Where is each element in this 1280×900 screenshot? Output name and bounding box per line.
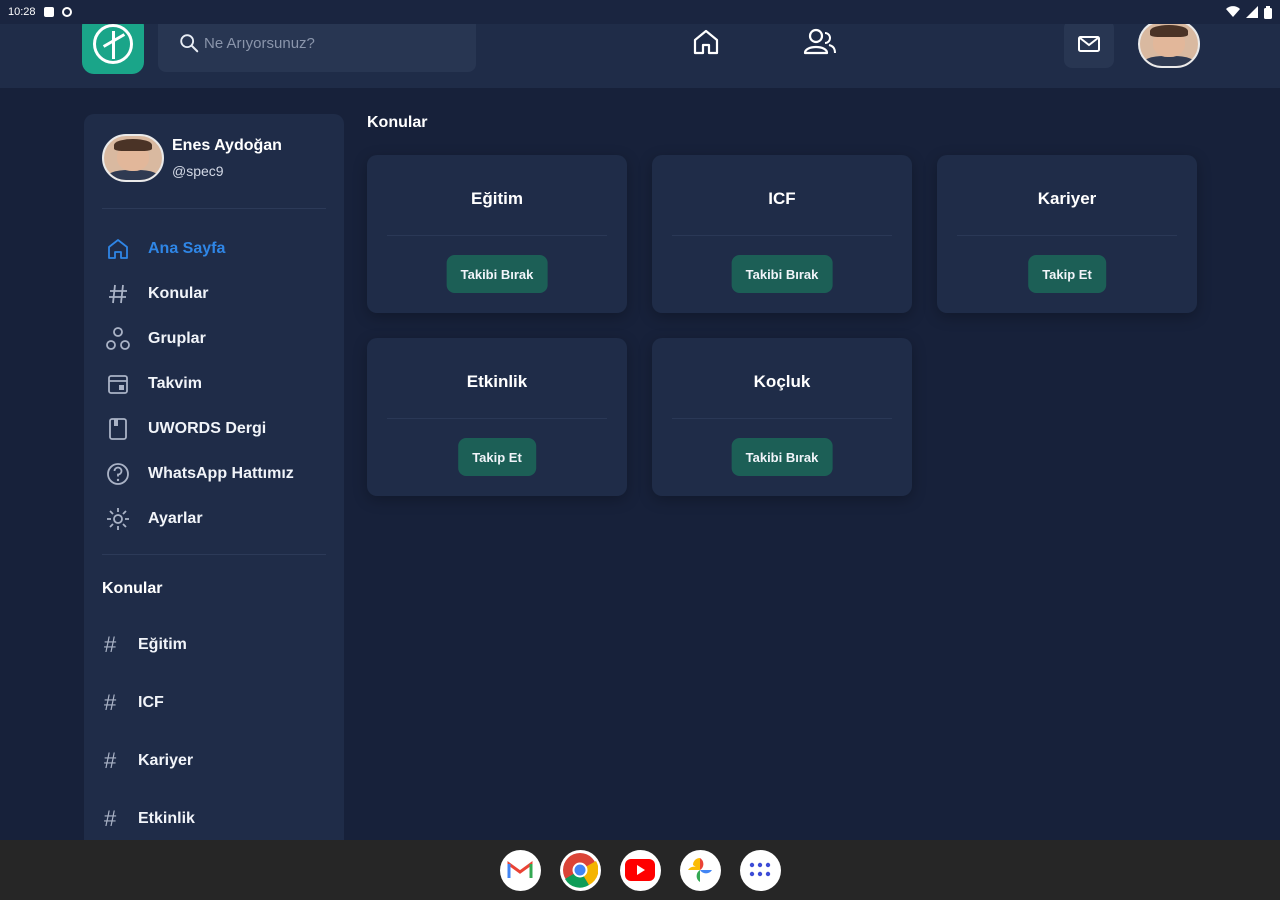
card-title: ICF <box>768 189 796 208</box>
user-name: Enes Aydoğan <box>172 137 282 154</box>
user-avatar <box>102 134 164 182</box>
home-icon[interactable] <box>690 26 722 58</box>
calendar-icon <box>108 374 128 394</box>
sidebar-item-label: Ana Sayfa <box>148 239 226 257</box>
hash-icon: # <box>104 806 117 831</box>
taskbar <box>0 840 1280 900</box>
sidebar-item-settings[interactable]: Ayarlar <box>104 496 294 541</box>
sidebar-topics-title: Konular <box>102 580 163 597</box>
topic-card-etkinlik: Etkinlik Takip Et <box>367 338 627 496</box>
card-divider <box>957 235 1177 236</box>
wifi-icon <box>1226 6 1240 18</box>
system-status-bar: 10:28 <box>0 0 1280 24</box>
search-icon <box>180 34 199 53</box>
topic-label: Etkinlik <box>138 810 195 827</box>
sim-icon <box>43 7 54 17</box>
page-title: Konular <box>367 114 428 131</box>
users-icon[interactable] <box>802 26 838 58</box>
logo-tree-icon <box>93 24 133 64</box>
sidebar-item-label: WhatsApp Hattımız <box>148 464 294 482</box>
hash-icon <box>109 284 127 303</box>
unfollow-button[interactable]: Takibi Bırak <box>446 255 548 293</box>
book-icon <box>109 417 127 440</box>
sidebar-item-magazine[interactable]: UWORDS Dergi <box>104 406 294 451</box>
topic-card-kocluk: Koçluk Takibi Bırak <box>652 338 912 496</box>
topic-card-icf: ICF Takibi Bırak <box>652 155 912 313</box>
card-title: Eğitim <box>471 189 523 208</box>
status-time: 10:28 <box>8 6 36 18</box>
sidebar: Enes Aydoğan @spec9 Ana Sayfa Konular Gr… <box>84 114 344 900</box>
topic-label: Kariyer <box>138 752 194 769</box>
sidebar-item-label: Takvim <box>148 374 202 392</box>
sidebar-item-label: Konular <box>148 284 209 302</box>
card-divider <box>387 235 607 236</box>
topic-label: ICF <box>138 694 164 711</box>
mail-icon <box>1078 36 1100 52</box>
sidebar-item-whatsapp[interactable]: WhatsApp Hattımız <box>104 451 294 496</box>
sidebar-topic-egitim[interactable]: # Eğitim <box>104 616 195 674</box>
youtube-icon[interactable] <box>619 849 661 891</box>
topic-card-kariyer: Kariyer Takip Et <box>937 155 1197 313</box>
gmail-icon[interactable] <box>499 849 541 891</box>
signal-icon <box>1246 6 1258 18</box>
sidebar-item-topics[interactable]: Konular <box>104 271 294 316</box>
sidebar-menu: Ana Sayfa Konular Gruplar Takvim UWORDS … <box>104 226 294 541</box>
unfollow-button[interactable]: Takibi Bırak <box>731 438 833 476</box>
sidebar-item-label: Gruplar <box>148 329 206 347</box>
sidebar-item-home[interactable]: Ana Sayfa <box>104 226 294 271</box>
unfollow-button[interactable]: Takibi Bırak <box>731 255 833 293</box>
topic-card-egitim: Eğitim Takibi Bırak <box>367 155 627 313</box>
apps-icon[interactable] <box>739 849 781 891</box>
hash-icon: # <box>104 690 117 715</box>
gear-icon <box>107 507 129 530</box>
card-title: Kariyer <box>1037 189 1097 208</box>
battery-icon <box>1264 5 1272 19</box>
card-divider <box>672 418 892 419</box>
search-input[interactable] <box>204 34 464 52</box>
mail-button[interactable] <box>1064 20 1114 68</box>
home-icon <box>108 238 128 259</box>
card-title: Koçluk <box>753 372 811 391</box>
sidebar-topic-icf[interactable]: # ICF <box>104 674 195 732</box>
hash-icon: # <box>104 632 117 657</box>
sidebar-item-label: UWORDS Dergi <box>148 419 267 437</box>
sidebar-topic-list: # Eğitim # ICF # Kariyer # Etkinlik <box>104 616 195 848</box>
sidebar-item-calendar[interactable]: Takvim <box>104 361 294 406</box>
hash-icon: # <box>104 748 117 773</box>
profile-divider <box>102 208 326 209</box>
user-handle: @spec9 <box>172 163 224 179</box>
follow-button[interactable]: Takip Et <box>1028 255 1106 293</box>
topic-label: Eğitim <box>138 636 187 653</box>
help-icon <box>107 462 129 485</box>
card-divider <box>672 235 892 236</box>
sidebar-topic-kariyer[interactable]: # Kariyer <box>104 732 195 790</box>
photos-icon[interactable] <box>679 849 721 891</box>
user-profile[interactable]: Enes Aydoğan @spec9 <box>102 134 282 182</box>
follow-button[interactable]: Takip Et <box>458 438 536 476</box>
profile-avatar[interactable] <box>1138 20 1200 68</box>
sidebar-item-groups[interactable]: Gruplar <box>104 316 294 361</box>
settings-status-icon <box>61 7 72 17</box>
groups-icon <box>106 326 130 350</box>
chrome-icon[interactable] <box>559 849 601 891</box>
menu-divider <box>102 554 326 555</box>
sidebar-item-label: Ayarlar <box>148 509 203 527</box>
card-title: Etkinlik <box>466 372 528 391</box>
card-divider <box>387 418 607 419</box>
